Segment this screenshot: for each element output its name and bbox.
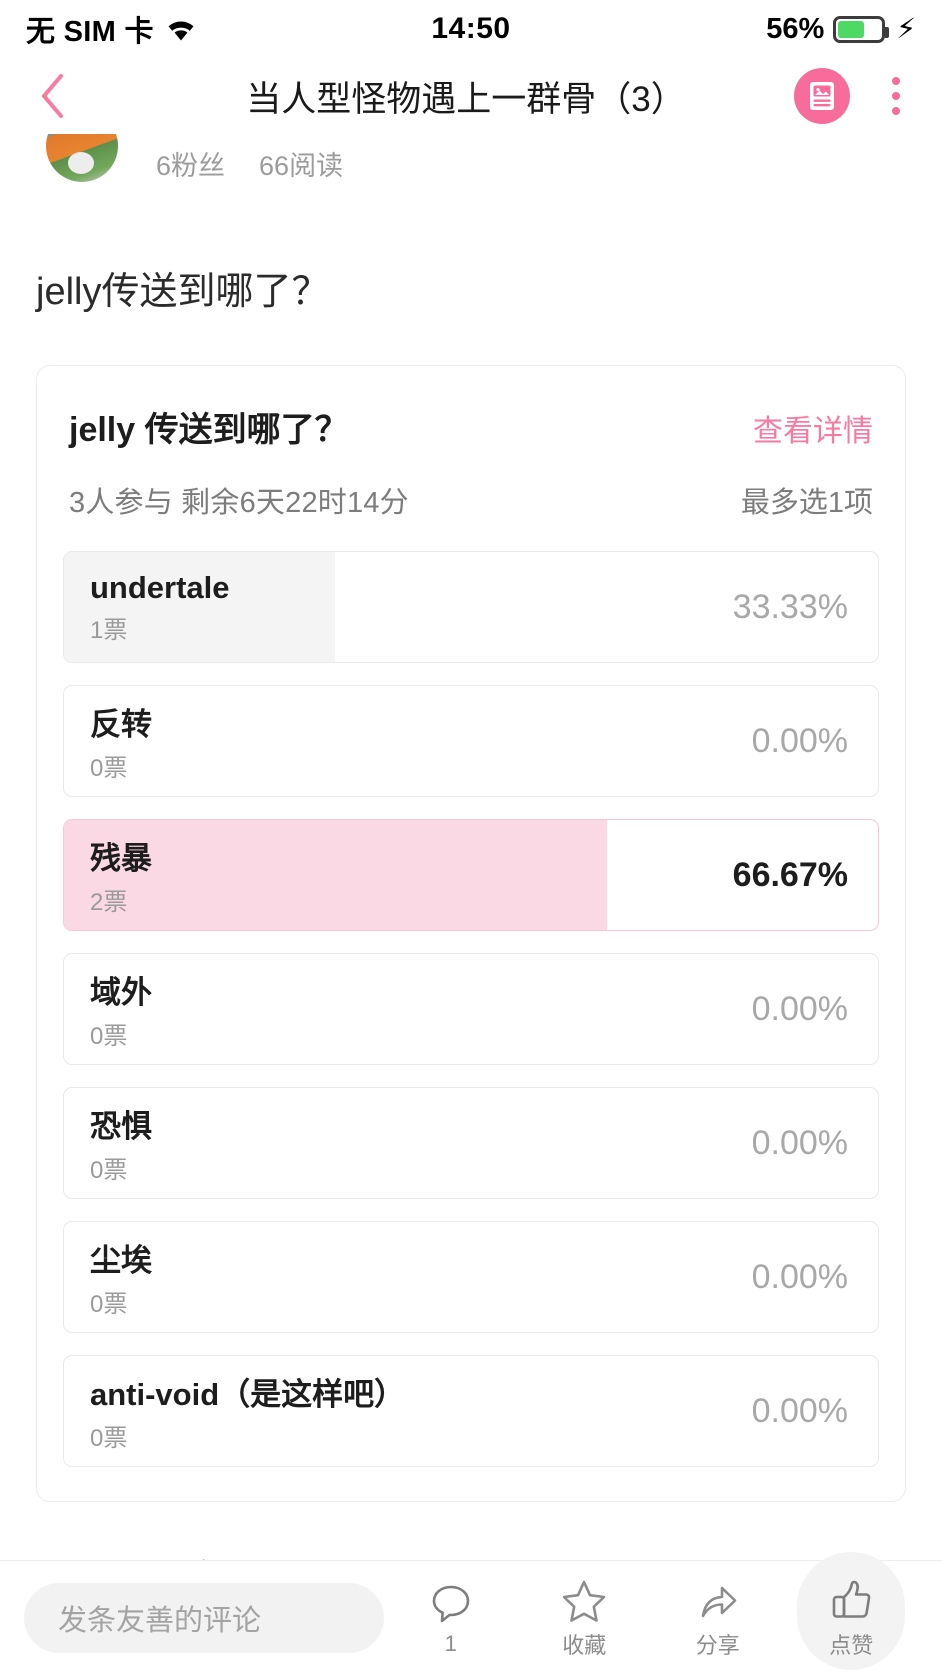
poll-option[interactable]: undertale 1票 33.33% [63, 551, 879, 664]
share-arrow-icon [695, 1576, 741, 1624]
poll-option-body: 恐惧 0票 [64, 1101, 152, 1185]
bottom-action-bar: 发条友善的评论 1 收藏 分享 点赞 [0, 1552, 942, 1675]
poll-option-votes: 0票 [90, 1425, 128, 1453]
thumbs-up-icon [828, 1576, 874, 1624]
like-label: 点赞 [829, 1633, 874, 1658]
poll-option[interactable]: 恐惧 0票 0.00% [63, 1087, 879, 1200]
poll-option-label: anti-void（是这样吧） [90, 1377, 406, 1413]
status-bar: 无 SIM 卡 14:50 56% ⚡ [0, 0, 942, 58]
comment-count: 1 [444, 1631, 457, 1656]
back-button[interactable] [26, 69, 80, 123]
poll-option-percent: 0.00% [751, 1257, 848, 1296]
poll-option-body: 反转 0票 [64, 699, 152, 783]
comment-input[interactable]: 发条友善的评论 [24, 1583, 384, 1653]
like-button[interactable]: 点赞 [785, 1552, 919, 1670]
poll-option-votes: 1票 [90, 616, 128, 644]
poll-option-percent: 0.00% [751, 1123, 848, 1162]
post-question: jelly传送到哪了？ [36, 271, 330, 313]
poll-option-percent: 0.00% [751, 1391, 848, 1430]
comment-button[interactable]: 1 [384, 1579, 518, 1657]
poll-card: jelly 传送到哪了？ 查看详情 3人参与 剩余6天22时14分 最多选1项 … [36, 365, 906, 1503]
favorite-label: 收藏 [562, 1633, 607, 1658]
share-label: 分享 [695, 1633, 740, 1658]
poll-participants: 3人参与 剩余6天22时14分 [69, 487, 409, 520]
page-title: 当人型怪物遇上一群骨（3） [246, 79, 686, 119]
poll-detail-link[interactable]: 查看详情 [753, 406, 873, 450]
poll-option-votes: 0票 [90, 1023, 128, 1051]
poll-option[interactable]: 反转 0票 0.00% [63, 685, 879, 798]
battery-icon [833, 15, 890, 43]
poll-option-label: 域外 [90, 975, 152, 1011]
article-image-icon[interactable] [794, 68, 850, 124]
poll-meta: 3人参与 剩余6天22时14分 最多选1项 [63, 479, 879, 521]
poll-option[interactable]: 尘埃 0票 0.00% [63, 1221, 879, 1334]
share-button[interactable]: 分享 [651, 1576, 785, 1660]
poll-title: jelly 传送到哪了？ [69, 411, 349, 450]
star-icon [561, 1576, 607, 1624]
nav-actions [794, 68, 916, 124]
author-stats: 6粉丝 66阅读 [156, 144, 343, 183]
poll-header: jelly 传送到哪了？ 查看详情 [63, 402, 879, 451]
poll-option-votes: 0票 [90, 1291, 128, 1319]
poll-option-label: undertale [90, 569, 230, 605]
poll-option-list: undertale 1票 33.33% 反转 0票 0.00% 残暴 2票 66.67% 域外 0票… [63, 551, 879, 1468]
poll-option-votes: 2票 [90, 889, 128, 917]
read-count: 66阅读 [259, 150, 344, 181]
poll-option-percent: 33.33% [732, 587, 848, 626]
poll-option-label: 恐惧 [90, 1109, 152, 1145]
poll-option-body: anti-void（是这样吧） 0票 [64, 1369, 405, 1453]
poll-option[interactable]: 域外 0票 0.00% [63, 953, 879, 1066]
author-info: 6粉丝 66阅读 [0, 134, 942, 192]
post-content: jelly传送到哪了？ jelly 传送到哪了？ 查看详情 3人参与 剩余6天2… [0, 268, 942, 1603]
poll-option-label: 尘埃 [90, 1243, 152, 1279]
poll-option-percent: 0.00% [751, 721, 848, 760]
poll-option-label: 反转 [90, 707, 152, 743]
poll-option-percent: 66.67% [732, 855, 848, 894]
favorite-button[interactable]: 收藏 [518, 1576, 652, 1660]
status-time: 14:50 [431, 12, 511, 45]
follower-count: 6粉丝 [156, 150, 226, 181]
poll-option[interactable]: anti-void（是这样吧） 0票 0.00% [63, 1355, 879, 1468]
poll-option-body: 尘埃 0票 [64, 1235, 152, 1319]
poll-option-body: 域外 0票 [64, 967, 152, 1051]
poll-option-votes: 0票 [90, 1157, 128, 1185]
poll-option-body: 残暴 2票 [64, 833, 152, 917]
nav-bar: 当人型怪物遇上一群骨（3） [0, 58, 942, 134]
poll-option-label: 残暴 [90, 841, 152, 877]
poll-option-votes: 0票 [90, 755, 128, 783]
avatar[interactable] [46, 134, 118, 182]
more-dots-icon[interactable] [876, 68, 916, 124]
comment-bubble-icon [428, 1579, 474, 1627]
poll-max-choice: 最多选1项 [740, 487, 873, 520]
app-screen: 无 SIM 卡 14:50 56% ⚡ 当人型怪物遇上一群骨（3） 6粉丝 66… [0, 0, 942, 1675]
poll-option-percent: 0.00% [751, 989, 848, 1028]
poll-option[interactable]: 残暴 2票 66.67% [63, 819, 879, 932]
poll-option-body: undertale 1票 [64, 570, 230, 645]
